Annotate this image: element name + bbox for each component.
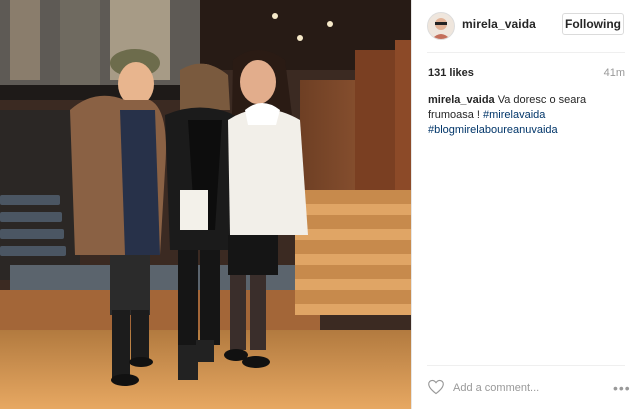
theater-photo-illustration bbox=[0, 0, 411, 409]
post-details-panel: mirela_vaida Following 131 likes 41m mir… bbox=[412, 0, 640, 409]
following-button[interactable]: Following bbox=[562, 13, 624, 35]
hashtag-link[interactable]: #mirelavaida bbox=[483, 109, 545, 121]
username-link[interactable]: mirela_vaida bbox=[462, 17, 536, 31]
comment-bar: ••• bbox=[427, 376, 630, 400]
caption: mirela_vaida Va doresc o seara frumoasa … bbox=[428, 93, 628, 138]
header-separator bbox=[427, 52, 625, 53]
post-header: mirela_vaida Following bbox=[412, 0, 640, 52]
comment-separator bbox=[427, 365, 625, 366]
comment-input[interactable] bbox=[453, 380, 593, 396]
hashtag-link[interactable]: #blogmirelaboureanuvaida bbox=[428, 124, 558, 136]
post-time[interactable]: 41m bbox=[604, 67, 625, 79]
more-options-icon[interactable]: ••• bbox=[613, 380, 631, 396]
post-photo bbox=[0, 0, 411, 409]
likes-count[interactable]: 131 likes bbox=[428, 67, 474, 79]
caption-username[interactable]: mirela_vaida bbox=[428, 94, 495, 106]
avatar[interactable] bbox=[427, 12, 455, 40]
heart-icon[interactable] bbox=[427, 379, 445, 395]
avatar-image bbox=[428, 13, 454, 39]
